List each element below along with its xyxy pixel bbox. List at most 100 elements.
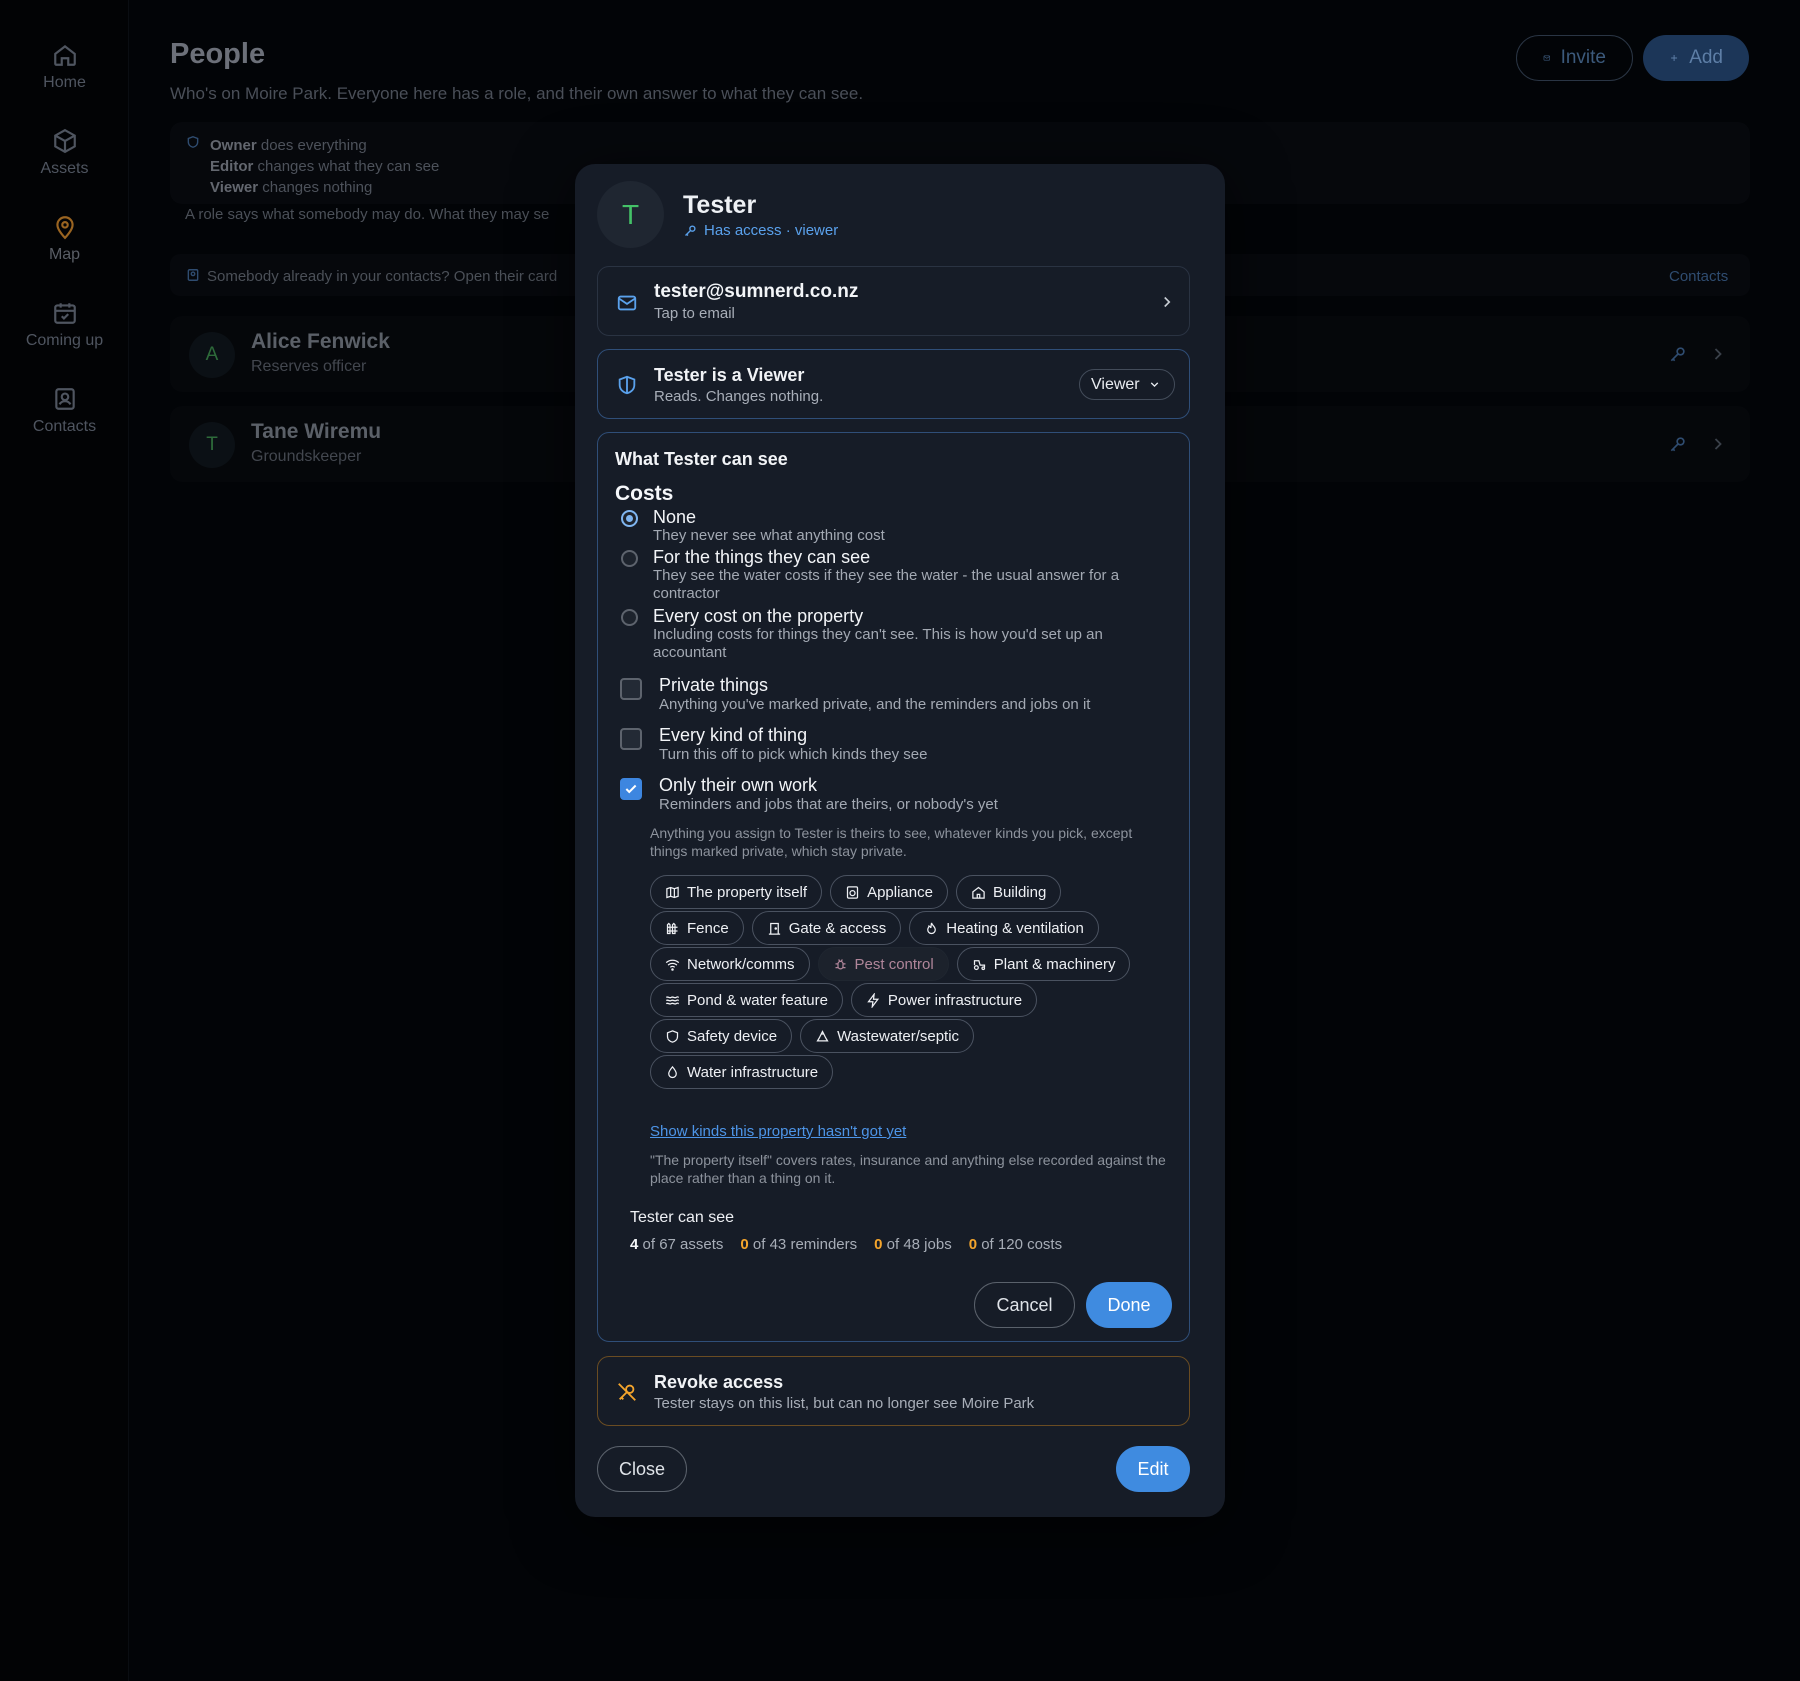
waves-icon — [665, 995, 679, 1005]
page-subtitle: Who's on Moire Park. Everyone here has a… — [170, 84, 864, 103]
shield-icon — [618, 375, 636, 395]
avatar: T — [189, 422, 235, 468]
cost-radio-visible-things[interactable] — [621, 550, 638, 567]
wifi-icon — [665, 959, 680, 971]
role-select[interactable]: Viewer — [1079, 369, 1175, 400]
sidebar-item-home[interactable]: Home — [0, 42, 129, 92]
chip-property-itself[interactable]: The property itself — [650, 875, 823, 909]
check-icon — [625, 784, 637, 794]
role-card: Tester is a Viewer Reads. Changes nothin… — [597, 349, 1190, 419]
home-icon — [53, 44, 76, 66]
edit-button[interactable]: Edit — [1116, 1446, 1190, 1492]
map-icon — [666, 886, 679, 898]
chip-water-infrastructure[interactable]: Water infrastructure — [650, 1055, 834, 1089]
role-select-value: Viewer — [1091, 375, 1140, 393]
chip-heating-ventilation[interactable]: Heating & ventilation — [909, 911, 1099, 945]
cost-option-desc: Including costs for things they can't se… — [653, 626, 1103, 661]
cost-radio-none[interactable] — [621, 510, 638, 527]
key-off-icon — [618, 1383, 636, 1401]
cost-option-title: For the things they can see — [653, 547, 871, 567]
revoke-access-card[interactable]: Revoke access Tester stays on this list,… — [597, 1356, 1190, 1426]
chip-appliance[interactable]: Appliance — [830, 875, 948, 909]
contacts-link[interactable]: Contacts — [1669, 268, 1728, 285]
chip-power-infrastructure[interactable]: Power infrastructure — [850, 983, 1038, 1017]
chip-network-comms[interactable]: Network/comms — [650, 947, 810, 981]
cost-option-desc: They never see what anything cost — [653, 527, 885, 544]
stat-assets: 4 of 67 assets — [630, 1236, 724, 1253]
can-see-title: Tester can see — [630, 1209, 735, 1226]
costs-title: Costs — [615, 482, 674, 505]
email-hint: Tap to email — [654, 305, 735, 322]
sidebar-item-coming-up[interactable]: Coming up — [0, 300, 129, 350]
contact-card-icon — [187, 269, 199, 281]
roles-footnote: A role says what somebody may do. What t… — [185, 206, 550, 223]
door-icon — [768, 922, 780, 935]
person-detail-modal: T Tester Has access · viewer tester@sumn… — [575, 164, 1225, 1517]
done-button[interactable]: Done — [1086, 1282, 1172, 1328]
show-missing-kinds-link[interactable]: Show kinds this property hasn't got yet — [650, 1123, 906, 1140]
key-icon — [685, 225, 696, 236]
contact-book-icon — [54, 388, 75, 410]
cube-icon — [53, 128, 76, 154]
plus-icon — [1671, 55, 1678, 61]
fence-icon — [666, 922, 678, 934]
checkbox-title: Every kind of thing — [659, 725, 808, 745]
map-pin-icon — [55, 216, 74, 240]
revoke-description: Tester stays on this list, but can no lo… — [654, 1395, 1035, 1412]
chevron-right-icon — [1164, 296, 1171, 308]
checkbox-title: Private things — [659, 675, 769, 695]
role-description: Reads. Changes nothing. — [654, 388, 824, 405]
person-role: Reserves officer — [251, 358, 367, 375]
chevron-right-icon — [1714, 438, 1722, 450]
invite-button[interactable]: Invite — [1516, 35, 1633, 81]
chip-gate-access[interactable]: Gate & access — [751, 911, 902, 945]
house-icon — [972, 886, 985, 899]
every-kind-checkbox[interactable] — [620, 728, 642, 750]
modal-person-name: Tester — [683, 191, 757, 219]
flame-icon — [927, 922, 937, 934]
mail-icon — [1543, 55, 1550, 61]
chevron-right-icon — [1714, 348, 1722, 360]
email-card[interactable]: tester@sumnerd.co.nz Tap to email — [597, 266, 1190, 336]
private-things-checkbox[interactable] — [620, 678, 642, 700]
chip-safety-device[interactable]: Safety device — [650, 1019, 793, 1053]
lightning-icon — [867, 992, 880, 1008]
person-name: Alice Fenwick — [251, 330, 390, 353]
checkbox-desc: Turn this off to pick which kinds they s… — [659, 746, 928, 763]
close-button[interactable]: Close — [597, 1446, 687, 1492]
sidebar-item-label: Map — [48, 246, 81, 263]
sidebar-item-label: Assets — [40, 160, 89, 177]
chip-pest-control[interactable]: Pest control — [817, 947, 949, 981]
chip-plant-machinery[interactable]: Plant & machinery — [956, 947, 1131, 981]
add-button[interactable]: Add — [1643, 35, 1749, 81]
chip-fence[interactable]: Fence — [650, 911, 744, 945]
roles-list: Owner does everything Editor changes wha… — [210, 137, 440, 196]
sidebar-item-map[interactable]: Map — [0, 214, 129, 264]
visibility-heading: What Tester can see — [615, 449, 788, 469]
chip-wastewater-septic[interactable]: Wastewater/septic — [800, 1019, 975, 1053]
shield-icon — [666, 1029, 679, 1043]
sidebar-item-contacts[interactable]: Contacts — [0, 386, 129, 436]
stat-jobs: 0 of 48 jobs — [874, 1236, 952, 1253]
chip-building[interactable]: Building — [955, 875, 1062, 909]
access-status: Has access · viewer — [683, 222, 838, 239]
access-status-text: Has access · viewer — [704, 222, 839, 239]
cost-radio-every-cost[interactable] — [621, 609, 638, 626]
sidebar-item-assets[interactable]: Assets — [0, 128, 129, 178]
sidebar-item-label: Contacts — [32, 418, 97, 435]
cancel-button[interactable]: Cancel — [974, 1282, 1075, 1328]
droplet-icon — [668, 1065, 677, 1078]
stat-reminders: 0 of 43 reminders — [740, 1236, 858, 1253]
checkbox-title: Only their own work — [659, 775, 818, 795]
tractor-icon — [973, 959, 985, 970]
cost-option-title: None — [653, 507, 697, 527]
sidebar: Home Assets Map Coming up Contacts — [0, 0, 129, 1681]
assign-note: Anything you assign to Tester is theirs … — [650, 825, 1133, 859]
sidebar-item-label: Coming up — [25, 332, 104, 349]
own-work-checkbox[interactable] — [620, 778, 642, 800]
calendar-check-icon — [53, 303, 76, 324]
mail-icon — [617, 295, 637, 311]
revoke-title: Revoke access — [654, 1372, 784, 1392]
chip-pond-water-feature[interactable]: Pond & water feature — [650, 983, 843, 1017]
sidebar-item-label: Home — [43, 74, 86, 91]
